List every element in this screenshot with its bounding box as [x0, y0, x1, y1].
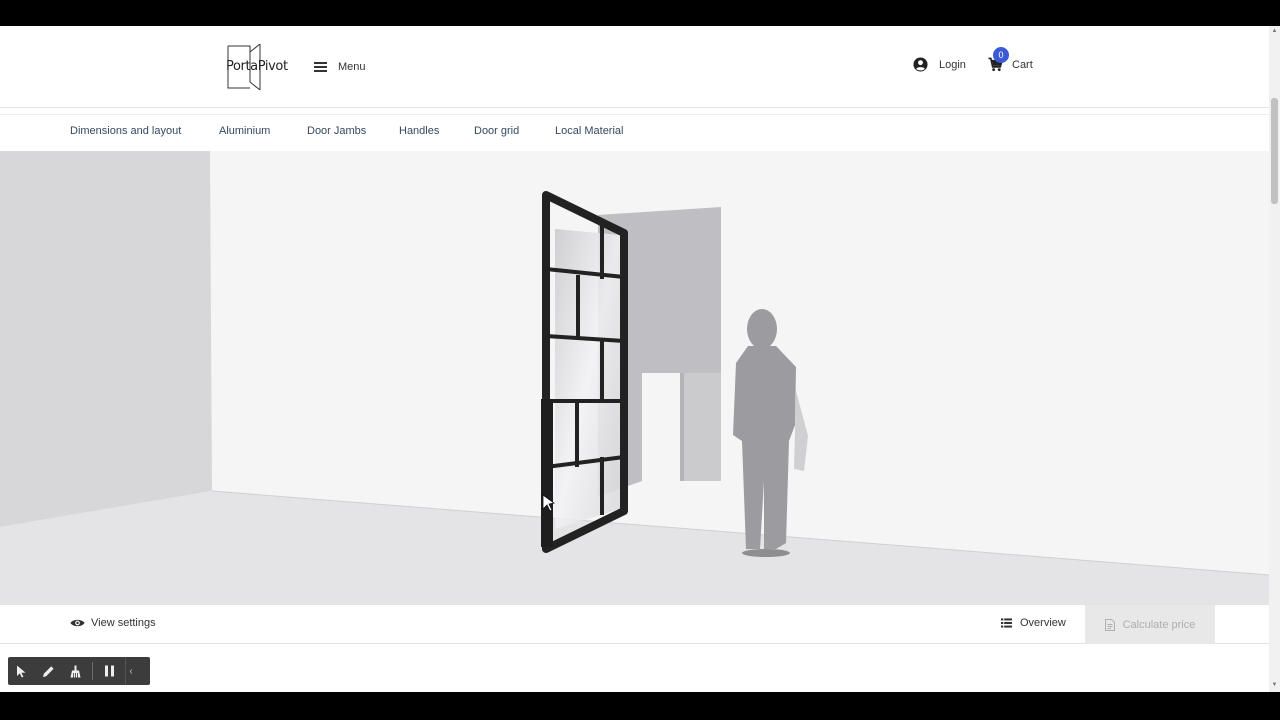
toolbar-divider — [92, 662, 93, 680]
broom-icon — [70, 665, 81, 677]
left-wall — [0, 151, 212, 527]
pause-icon — [105, 665, 114, 677]
list-icon — [1001, 618, 1012, 628]
app-window: PortaPivot Menu Login 0 Cart Dimensions … — [0, 26, 1280, 692]
calculate-price-label: Calculate price — [1122, 618, 1196, 631]
scroll-down-icon[interactable]: ▼ — [1271, 682, 1278, 689]
eye-icon — [70, 619, 85, 627]
tab-handles[interactable]: Handles — [399, 125, 439, 137]
configurator-tabs: Dimensions and layout Aluminium Door Jam… — [0, 114, 1269, 150]
tab-local-material[interactable]: Local Material — [555, 125, 623, 137]
overview-button[interactable]: Overview — [1001, 617, 1066, 629]
logo-text: PortaPivot — [226, 59, 288, 74]
pointer-icon — [17, 665, 26, 677]
pause-button[interactable] — [96, 657, 123, 685]
view-settings-button[interactable]: View settings — [70, 617, 156, 629]
door-handle — [541, 399, 553, 547]
menu-label: Menu — [338, 61, 366, 73]
brand-logo[interactable]: PortaPivot — [224, 42, 290, 92]
cart-button[interactable]: 0 Cart — [988, 47, 1033, 72]
document-icon — [1104, 618, 1115, 631]
bottom-action-bar: View settings Overview Calculate price — [0, 604, 1269, 644]
pencil-tool-button[interactable] — [35, 657, 62, 685]
hamburger-icon — [314, 62, 327, 72]
broom-tool-button[interactable] — [62, 657, 89, 685]
overview-label: Overview — [1020, 617, 1066, 629]
calculate-price-button[interactable]: Calculate price — [1085, 605, 1215, 644]
cart-count-badge: 0 — [993, 47, 1009, 63]
cart-label: Cart — [1012, 58, 1033, 71]
tab-aluminium[interactable]: Aluminium — [219, 125, 270, 137]
pointer-tool-button[interactable] — [8, 657, 35, 685]
page-scrollbar[interactable]: ▲ ▼ — [1269, 26, 1280, 692]
pencil-icon — [43, 665, 54, 677]
header: PortaPivot Menu Login 0 Cart — [0, 26, 1269, 108]
login-label: Login — [939, 58, 966, 71]
user-circle-icon — [913, 57, 928, 72]
tab-door-grid[interactable]: Door grid — [474, 125, 519, 137]
tab-dimensions-and-layout[interactable]: Dimensions and layout — [70, 125, 181, 137]
login-button[interactable]: Login — [913, 57, 966, 72]
scroll-up-icon[interactable]: ▲ — [1271, 28, 1278, 35]
door-3d-viewport[interactable] — [0, 151, 1269, 604]
chevron-left-icon[interactable]: ‹ — [125, 657, 136, 685]
annotation-toolbar: ‹ — [8, 657, 150, 685]
view-settings-label: View settings — [91, 617, 156, 629]
scroll-thumb[interactable] — [1271, 98, 1278, 204]
shopping-cart-icon: 0 — [988, 47, 1009, 72]
menu-button[interactable]: Menu — [314, 58, 366, 76]
tab-door-jambs[interactable]: Door Jambs — [307, 125, 366, 137]
